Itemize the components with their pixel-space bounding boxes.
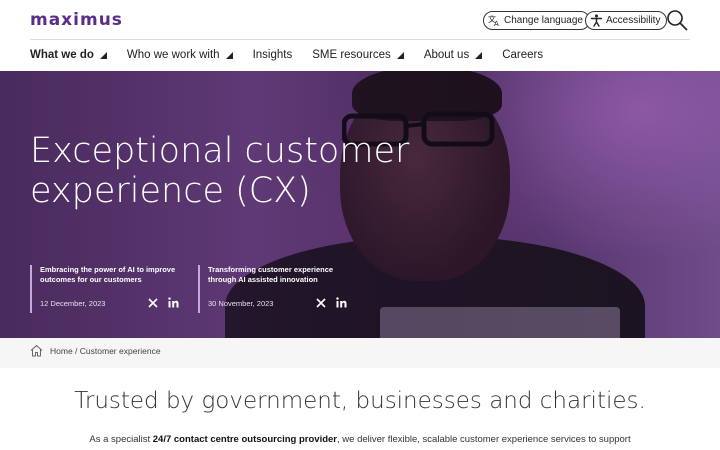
header-divider [30,39,690,40]
breadcrumb-current: Customer experience [79,346,161,356]
home-icon[interactable] [30,344,43,357]
nav-item-sme-resources[interactable]: SME resources [312,46,404,64]
linkedin-icon[interactable] [336,297,347,308]
search-icon[interactable] [666,9,688,31]
insight-card[interactable]: Transforming customer experience through… [198,265,358,313]
dropdown-caret-icon [225,52,233,59]
page-title-line: experience (CX) [30,171,311,211]
insight-card-date: 30 November, 2023 [208,299,274,308]
change-language-label: Change language [504,15,583,26]
dropdown-caret-icon [475,52,483,59]
nav-label: SME resources [312,49,391,61]
page-title: Exceptional customer experience (CX) [30,131,430,211]
nav-item-insights[interactable]: Insights [253,46,293,64]
page-title-line: Exceptional customer [30,131,410,171]
x-icon[interactable] [316,298,326,308]
breadcrumb-separator: / [72,346,80,356]
nav-item-what-we-do[interactable]: What we do [30,46,107,64]
linkedin-icon[interactable] [168,297,179,308]
nav-label: What we do [30,49,94,61]
nav-item-who-we-work-with[interactable]: Who we work with [127,46,233,64]
hero-banner: Exceptional customer experience (CX) Emb… [0,71,720,338]
breadcrumb: Home / Customer experience [50,346,161,356]
insight-card-title[interactable]: Embracing the power of AI to improve out… [40,265,190,285]
intro-paragraph: As a specialist 24/7 contact centre outs… [0,434,720,445]
x-icon[interactable] [148,298,158,308]
accessibility-label: Accessibility [606,15,661,26]
accessibility-button[interactable]: Accessibility [585,11,668,30]
intro-text-start: As a specialist [89,434,153,445]
nav-item-about-us[interactable]: About us [423,46,483,64]
intro-text-end: , we deliver flexible, scalable customer… [337,434,631,445]
intro-heading: Trusted by government, businesses and ch… [74,388,646,414]
translate-icon: 文A [488,14,501,27]
nav-label: Careers [502,49,544,61]
dropdown-caret-icon [396,52,404,59]
accessibility-icon [590,14,603,27]
insight-card-title[interactable]: Transforming customer experience through… [208,265,358,285]
dropdown-caret-icon [99,52,107,59]
svg-text:A: A [494,20,499,27]
nav-item-careers[interactable]: Careers [502,46,543,64]
nav-label: Who we work with [126,49,220,61]
insight-card[interactable]: Embracing the power of AI to improve out… [30,265,190,313]
nav-label: Insights [252,49,293,61]
site-header: maximus 文A Change language Accessibility [0,0,720,40]
nav-label: About us [423,49,470,61]
main-nav: What we do Who we work with Insights SME… [30,46,563,64]
intro-text-bold: 24/7 contact centre outsourcing provider [152,434,338,445]
change-language-button[interactable]: 文A Change language [483,11,590,30]
insight-card-date: 12 December, 2023 [40,299,106,308]
breadcrumb-home[interactable]: Home [50,346,73,356]
maximus-logo[interactable]: maximus [30,10,123,30]
